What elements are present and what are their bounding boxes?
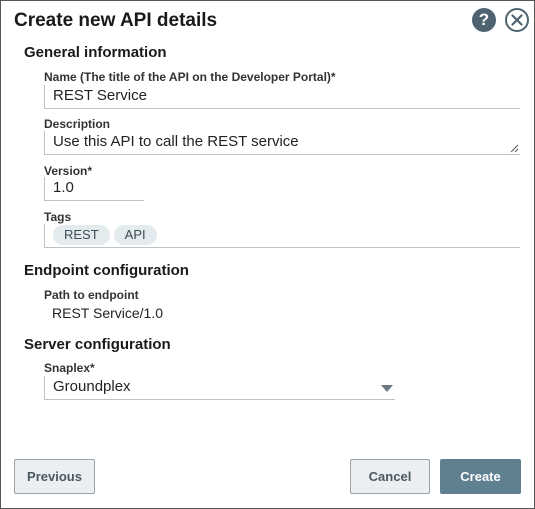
tags-label: Tags xyxy=(44,210,72,224)
version-input[interactable]: 1.0 xyxy=(44,177,144,201)
dialog-title: Create new API details xyxy=(14,10,218,31)
snaplex-select[interactable]: Groundplex xyxy=(44,376,395,400)
resize-grip-icon[interactable] xyxy=(510,144,519,153)
general-information-heading: General information xyxy=(24,44,167,61)
close-icon[interactable] xyxy=(505,8,529,32)
tag-chip-api[interactable]: API xyxy=(113,225,157,245)
name-input[interactable]: REST Service xyxy=(44,85,520,109)
tags-input[interactable]: REST API xyxy=(44,224,520,248)
path-to-endpoint-label: Path to endpoint xyxy=(44,288,139,302)
snaplex-label: Snaplex* xyxy=(44,361,95,375)
name-label: Name (The title of the API on the Develo… xyxy=(44,70,336,84)
path-to-endpoint-value: REST Service/1.0 xyxy=(52,305,164,321)
chevron-down-icon[interactable] xyxy=(381,385,393,392)
description-label: Description xyxy=(44,117,111,131)
previous-button[interactable]: Previous xyxy=(14,459,95,494)
cancel-button[interactable]: Cancel xyxy=(350,459,430,494)
version-label: Version* xyxy=(44,164,93,178)
endpoint-configuration-heading: Endpoint configuration xyxy=(24,262,189,279)
create-api-dialog: Create new API details ? General informa… xyxy=(0,0,535,509)
server-configuration-heading: Server configuration xyxy=(24,336,171,353)
description-value: Use this API to call the REST service xyxy=(53,133,299,150)
tag-chip-rest[interactable]: REST xyxy=(53,225,110,245)
create-button[interactable]: Create xyxy=(440,459,521,494)
description-textarea[interactable]: Use this API to call the REST service xyxy=(44,131,520,155)
help-icon[interactable]: ? xyxy=(472,8,496,32)
snaplex-value: Groundplex xyxy=(53,378,131,395)
